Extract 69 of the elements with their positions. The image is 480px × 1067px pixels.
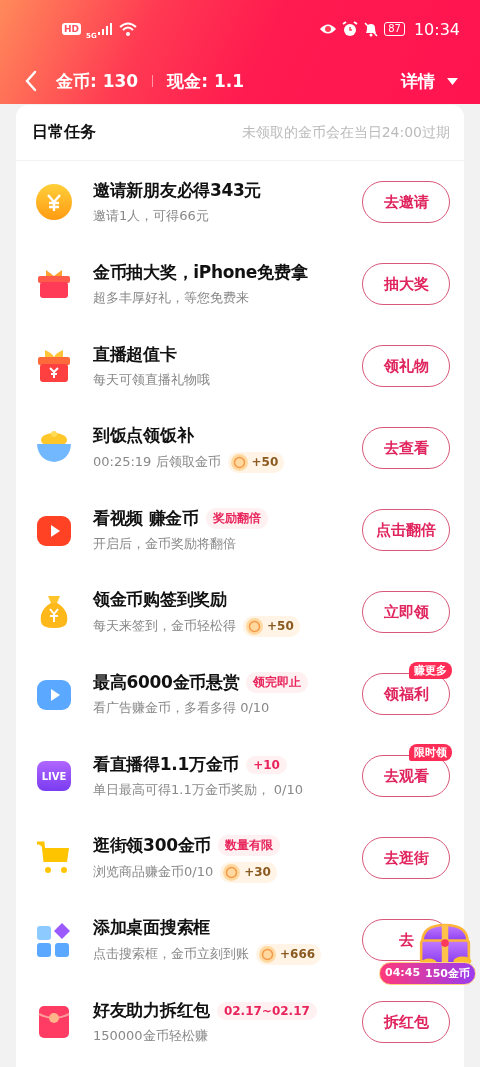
tv-icon: LIVE	[37, 761, 71, 791]
task-description: 150000金币轻松赚	[93, 1027, 208, 1045]
task-title: 直播超值卡	[93, 343, 177, 366]
task-title: 添加桌面搜索框	[93, 915, 210, 939]
bell-off-icon	[363, 21, 380, 37]
clock-time: 10:34	[413, 19, 460, 39]
gift-icon	[36, 348, 72, 384]
task-description: 开启后，金币奖励将翻倍	[93, 535, 236, 553]
corner-badge: 限时领	[409, 744, 452, 761]
details-button[interactable]: 详情	[401, 69, 458, 93]
reward-chip: +666	[256, 943, 322, 965]
task-tag: 奖励翻倍	[205, 508, 268, 529]
wifi-icon	[118, 22, 137, 36]
battery-level: 87	[384, 22, 405, 36]
task-title: 最高6000金币悬赏	[93, 671, 240, 694]
coin-icon	[223, 863, 241, 881]
reward-amount: 150金币	[425, 966, 470, 981]
task-button[interactable]: 领礼物	[362, 345, 450, 387]
task-tag: 02.17~02.17	[216, 1001, 317, 1020]
task-title: 金币抽大奖，iPhone免费拿	[93, 261, 308, 284]
section-title: 日常任务	[32, 122, 96, 143]
signal-icon	[97, 23, 114, 35]
envelope-icon	[36, 1004, 72, 1040]
task-button[interactable]: 拆红包	[362, 1001, 450, 1043]
reward-chip: +30	[220, 861, 277, 883]
reward-chip: +50	[243, 615, 300, 637]
coin-icon	[246, 617, 263, 635]
task-title: 看直播得1.1万金币	[93, 753, 240, 776]
task-button[interactable]: 点击翻倍	[362, 509, 450, 551]
task-description: 超多丰厚好礼，等您免费来	[93, 289, 249, 307]
coin-icon	[259, 945, 276, 963]
task-description: 点击搜索框，金币立刻到账	[93, 945, 249, 963]
task-button[interactable]: 去邀请	[362, 181, 450, 223]
task-title: 逛街领300金币	[93, 833, 212, 857]
cart-icon	[36, 840, 72, 876]
corner-badge: 赚更多	[409, 662, 452, 679]
expiry-note: 未领取的金币会在当日24:00过期	[241, 123, 450, 142]
task-tag: +10	[246, 755, 287, 774]
task-title: 邀请新朋友必得343元	[93, 179, 262, 202]
dropdown-icon	[447, 77, 458, 85]
task-description: 单日最高可得1.1万金币奖励， 0/10	[93, 781, 303, 799]
apps-icon	[36, 922, 72, 958]
eye-icon	[319, 23, 338, 35]
task-description: 浏览商品赚金币0/10	[93, 863, 214, 881]
task-button[interactable]: 抽大奖	[362, 263, 450, 305]
task-description: 00:25:19 后领取金币	[93, 453, 221, 471]
task-tag: 领完即止	[246, 672, 309, 693]
task-title: 到饭点领饭补	[93, 423, 194, 447]
task-button[interactable]: 去查看	[362, 427, 450, 469]
cash-balance: 现金: 1.1	[167, 69, 245, 93]
coin-balance: 金币: 130	[56, 69, 139, 93]
task-button[interactable]: 立即领	[362, 591, 450, 633]
coin-icon	[36, 184, 72, 220]
coin-icon	[230, 453, 248, 471]
task-title: 看视频 赚金币	[93, 507, 199, 530]
reward-timer-pill[interactable]: 04:45 150金币	[379, 962, 476, 985]
task-tag: 数量有限	[218, 834, 281, 856]
task-description: 每天可领直播礼物哦	[93, 371, 210, 389]
task-button[interactable]: 去逛街	[362, 837, 450, 879]
task-title: 领金币购签到奖励	[93, 587, 227, 611]
countdown-timer: 04:45	[385, 966, 421, 981]
task-title: 好友助力拆红包	[93, 999, 210, 1022]
task-description: 看广告赚金币，多看多得 0/10	[93, 699, 270, 717]
network-badge: HD	[62, 23, 81, 35]
reward-chip: +50	[227, 451, 285, 473]
back-icon	[24, 70, 38, 92]
task-description: 每天来签到，金币轻松得	[93, 617, 236, 635]
alarm-icon	[342, 21, 359, 37]
task-description: 邀请1人，可得66元	[93, 207, 209, 225]
